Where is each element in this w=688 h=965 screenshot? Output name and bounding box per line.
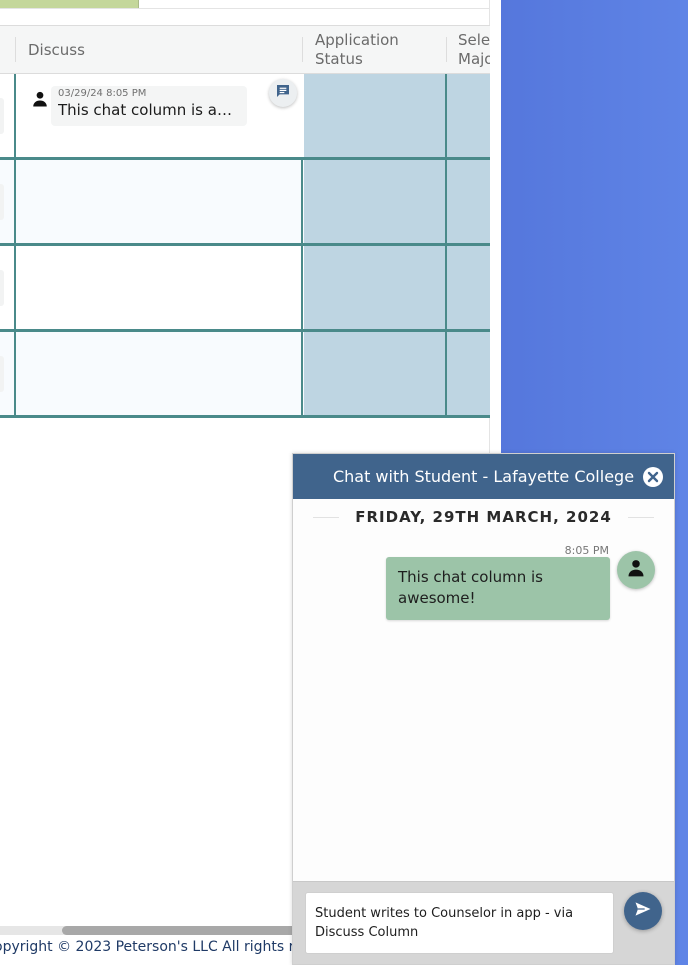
copyright-footer: opyright © 2023 Peterson's LLC All right… <box>0 939 333 955</box>
message-time: 8:05 PM <box>564 544 609 557</box>
close-chat-button[interactable] <box>643 467 663 487</box>
message-input[interactable]: Student writes to Counselor in app - via… <box>305 892 614 954</box>
send-icon <box>633 899 653 923</box>
cell-border <box>445 246 447 332</box>
application-status-cell[interactable] <box>304 246 490 329</box>
cell-border <box>14 160 16 246</box>
chat-header: Chat with Student - Lafayette College <box>293 454 674 499</box>
table-row <box>0 160 490 246</box>
cell-border <box>301 160 303 246</box>
cell-border <box>301 332 303 418</box>
cell-border <box>301 246 303 332</box>
message-timestamp: 03/29/24 8:05 PM <box>58 88 147 99</box>
chat-bubble-icon <box>275 83 291 103</box>
avatar <box>617 551 655 589</box>
chat-title: Chat with Student - Lafayette College <box>332 467 635 486</box>
cell-border <box>445 74 447 160</box>
divider <box>313 516 340 518</box>
date-separator: FRIDAY, 29TH MARCH, 2024 <box>313 507 654 527</box>
divider <box>0 8 490 9</box>
page: Discuss Application Status Select Major … <box>0 0 688 965</box>
table-row <box>0 332 490 418</box>
data-grid: Discuss Application Status Select Major … <box>0 25 490 418</box>
left-cell-stub <box>0 98 4 134</box>
left-cell-stub <box>0 270 4 306</box>
table-row: 03/29/24 8:05 PM This chat column is awe… <box>0 74 490 160</box>
chat-panel: Chat with Student - Lafayette College FR… <box>292 453 675 965</box>
application-status-cell[interactable] <box>304 74 490 157</box>
grid-header: Discuss Application Status Select Major <box>0 25 490 74</box>
horizontal-scrollbar-thumb[interactable] <box>62 926 300 935</box>
application-status-cell[interactable] <box>304 160 490 243</box>
column-separator <box>446 37 447 62</box>
left-cell-stub <box>0 356 4 392</box>
cell-border <box>14 74 16 160</box>
close-icon <box>647 468 659 487</box>
application-status-cell[interactable] <box>304 332 490 415</box>
chat-composer: Student writes to Counselor in app - via… <box>293 881 674 964</box>
discuss-message-preview[interactable]: 03/29/24 8:05 PM This chat column is awe… <box>51 86 247 126</box>
column-header-application-status[interactable]: Application Status <box>315 26 415 74</box>
person-icon <box>626 558 646 582</box>
cell-border <box>445 160 447 246</box>
chat-message-bubble: This chat column is awesome! <box>386 557 610 620</box>
cell-border <box>14 332 16 418</box>
top-tab-indicator <box>0 0 139 8</box>
column-separator <box>15 37 16 62</box>
message-preview-text: This chat column is awe... <box>58 101 240 119</box>
left-cell-stub <box>0 184 4 220</box>
cell-border <box>445 332 447 418</box>
table-row <box>0 246 490 332</box>
divider <box>627 516 654 518</box>
date-label: FRIDAY, 29TH MARCH, 2024 <box>355 508 612 526</box>
open-chat-button[interactable] <box>269 79 297 107</box>
send-button[interactable] <box>624 892 662 930</box>
column-separator <box>302 37 303 62</box>
cell-border <box>14 246 16 332</box>
column-header-discuss[interactable]: Discuss <box>28 26 298 74</box>
column-header-select-major[interactable]: Select Major <box>458 26 490 74</box>
person-icon <box>31 90 49 108</box>
